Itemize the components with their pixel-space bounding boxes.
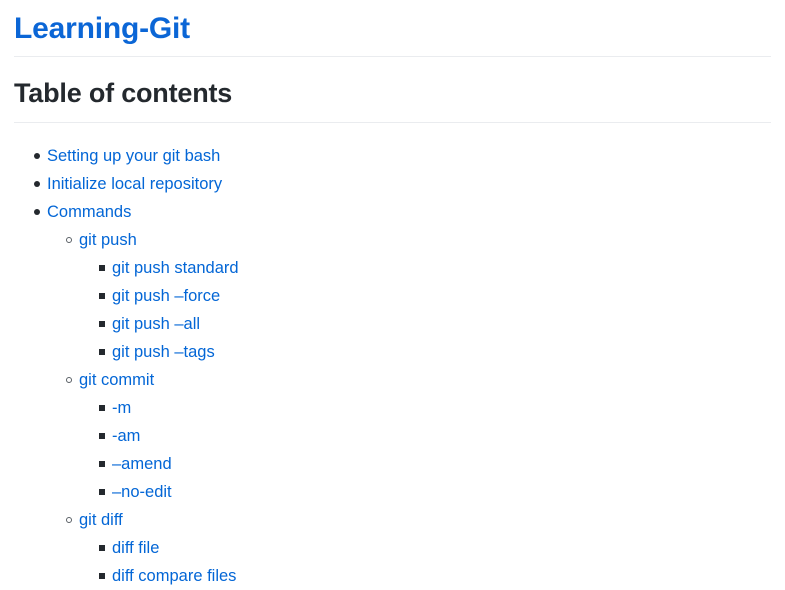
toc-item: git push –all [14, 310, 771, 338]
square-bullet-icon [99, 478, 113, 506]
page-title: Learning-Git [14, 0, 771, 56]
toc-item: diff file [14, 534, 771, 562]
toc-sublist-level-2: git pushgit push standardgit push –force… [14, 226, 771, 590]
toc-row: git push –all [14, 310, 771, 338]
square-bullet-icon [99, 254, 113, 282]
toc-link-git-push[interactable]: git push [79, 226, 137, 254]
toc-item: git diffdiff filediff compare files [14, 506, 771, 590]
toc-row: –no-edit [14, 478, 771, 506]
toc-row: git diff [14, 506, 771, 534]
toc-link-amend[interactable]: –amend [112, 450, 172, 478]
square-bullet-icon [99, 394, 113, 422]
toc-item: git push standard [14, 254, 771, 282]
toc-row: git push –force [14, 282, 771, 310]
toc-item: -m [14, 394, 771, 422]
square-bullet-icon [99, 338, 113, 366]
circle-bullet-icon [66, 366, 80, 394]
square-bullet-icon [99, 282, 113, 310]
disc-glyph [34, 209, 40, 215]
disc-bullet-icon [34, 142, 48, 170]
disc-glyph [34, 181, 40, 187]
toc-row: git push [14, 226, 771, 254]
toc-row: -m [14, 394, 771, 422]
square-glyph [99, 293, 105, 299]
square-glyph [99, 405, 105, 411]
disc-bullet-icon [34, 198, 48, 226]
circle-bullet-icon [66, 506, 80, 534]
toc-item: -am [14, 422, 771, 450]
circle-glyph [66, 377, 72, 383]
toc-link-git-push-tags[interactable]: git push –tags [112, 338, 215, 366]
toc-link-initialize-local-repository[interactable]: Initialize local repository [47, 170, 222, 198]
square-glyph [99, 349, 105, 355]
toc-item: git commit-m-am–amend–no-edit [14, 366, 771, 506]
toc-row: git push –tags [14, 338, 771, 366]
toc-link-git-push-standard[interactable]: git push standard [112, 254, 239, 282]
toc-link-git-diff[interactable]: git diff [79, 506, 123, 534]
toc-link-commands[interactable]: Commands [47, 198, 131, 226]
toc-row: Commands [14, 198, 771, 226]
disc-bullet-icon [34, 170, 48, 198]
toc-item: –no-edit [14, 478, 771, 506]
toc-link-git-commit[interactable]: git commit [79, 366, 154, 394]
square-glyph [99, 321, 105, 327]
readme-page: Learning-Git Table of contents Setting u… [0, 0, 785, 590]
toc-row: -am [14, 422, 771, 450]
toc-item: git push –force [14, 282, 771, 310]
toc-link-m[interactable]: -m [112, 394, 131, 422]
toc-item: Initialize local repository [14, 170, 771, 198]
square-glyph [99, 461, 105, 467]
square-bullet-icon [99, 534, 113, 562]
toc-link-diff-compare-files[interactable]: diff compare files [112, 562, 236, 590]
toc-sublist-level-3: diff filediff compare files [14, 534, 771, 590]
disc-glyph [34, 153, 40, 159]
circle-bullet-icon [66, 226, 80, 254]
table-of-contents-list: Setting up your git bashInitialize local… [14, 123, 771, 590]
toc-link-setting-up-your-git-bash[interactable]: Setting up your git bash [47, 142, 220, 170]
toc-item: git pushgit push standardgit push –force… [14, 226, 771, 366]
toc-link-git-push-force[interactable]: git push –force [112, 282, 220, 310]
square-bullet-icon [99, 422, 113, 450]
toc-link-no-edit[interactable]: –no-edit [112, 478, 172, 506]
toc-sublist-level-3: -m-am–amend–no-edit [14, 394, 771, 506]
toc-row: diff compare files [14, 562, 771, 590]
square-glyph [99, 265, 105, 271]
toc-row: Initialize local repository [14, 170, 771, 198]
square-glyph [99, 545, 105, 551]
square-bullet-icon [99, 310, 113, 338]
toc-item: Commandsgit pushgit push standardgit pus… [14, 198, 771, 590]
toc-item: diff compare files [14, 562, 771, 590]
toc-link-git-push-all[interactable]: git push –all [112, 310, 200, 338]
toc-row: git push standard [14, 254, 771, 282]
table-of-contents-heading: Table of contents [14, 57, 771, 122]
square-glyph [99, 489, 105, 495]
square-bullet-icon [99, 450, 113, 478]
square-glyph [99, 433, 105, 439]
toc-link-diff-file[interactable]: diff file [112, 534, 159, 562]
toc-item: git push –tags [14, 338, 771, 366]
toc-item: –amend [14, 450, 771, 478]
square-glyph [99, 573, 105, 579]
circle-glyph [66, 517, 72, 523]
toc-link-am[interactable]: -am [112, 422, 140, 450]
toc-row: Setting up your git bash [14, 142, 771, 170]
toc-item: Setting up your git bash [14, 142, 771, 170]
toc-row: diff file [14, 534, 771, 562]
circle-glyph [66, 237, 72, 243]
toc-row: –amend [14, 450, 771, 478]
toc-row: git commit [14, 366, 771, 394]
square-bullet-icon [99, 562, 113, 590]
toc-sublist-level-3: git push standardgit push –forcegit push… [14, 254, 771, 366]
